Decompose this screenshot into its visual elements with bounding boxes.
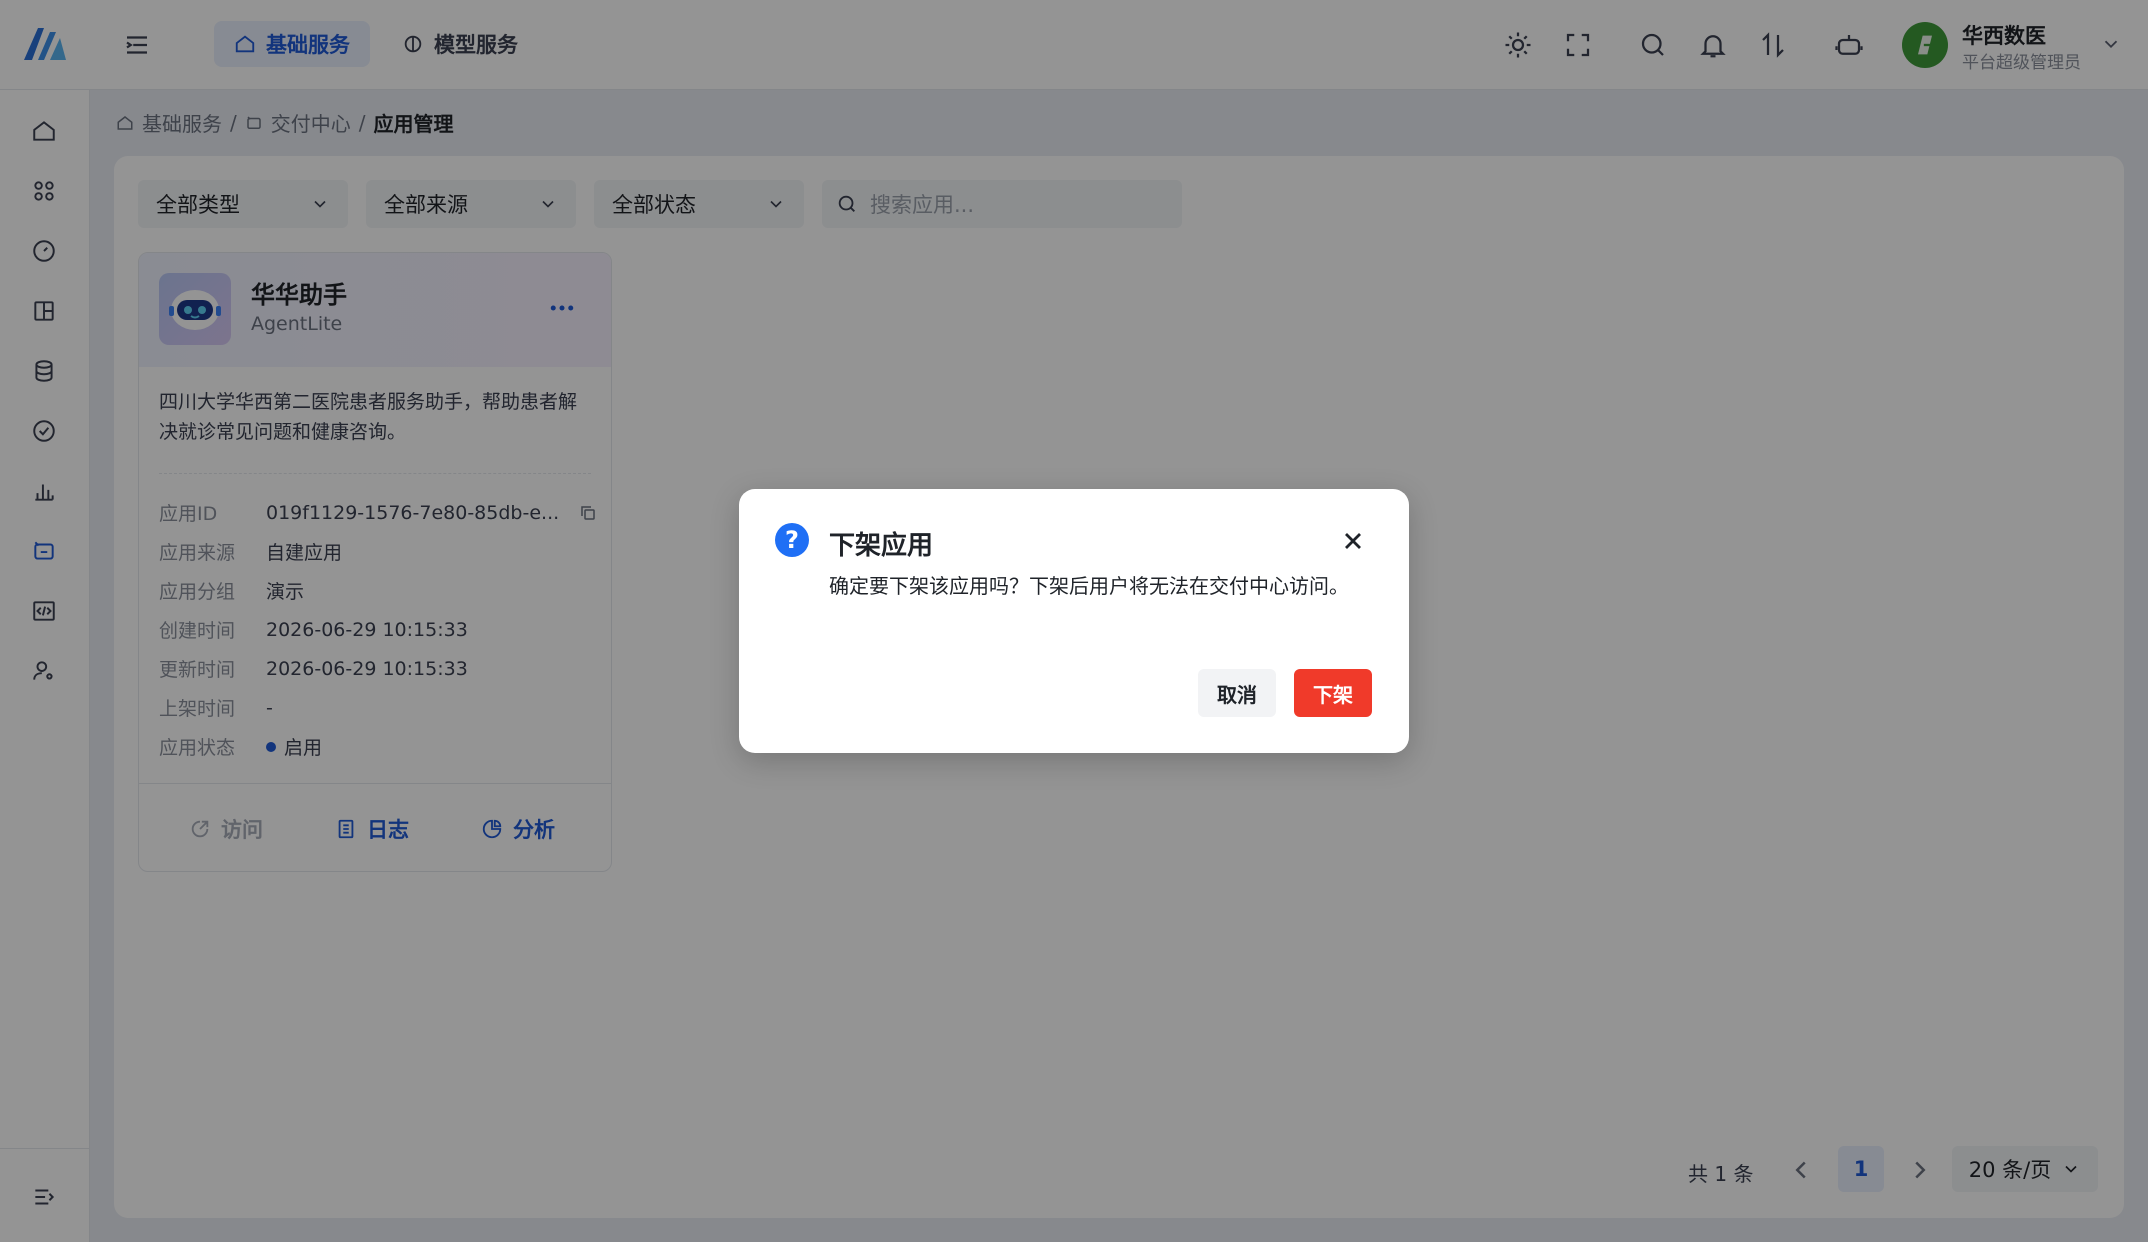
cancel-button[interactable]: 取消 [1198, 669, 1276, 717]
confirm-unpublish-button[interactable]: 下架 [1294, 669, 1372, 717]
unpublish-dialog: ? 下架应用 确定要下架该应用吗？下架后用户将无法在交付中心访问。 取消 下架 [739, 489, 1409, 753]
dialog-message: 确定要下架该应用吗？下架后用户将无法在交付中心访问。 [829, 574, 1349, 598]
dialog-title: 下架应用 [829, 531, 934, 561]
question-icon: ? [775, 523, 809, 557]
close-icon[interactable] [1339, 527, 1367, 555]
